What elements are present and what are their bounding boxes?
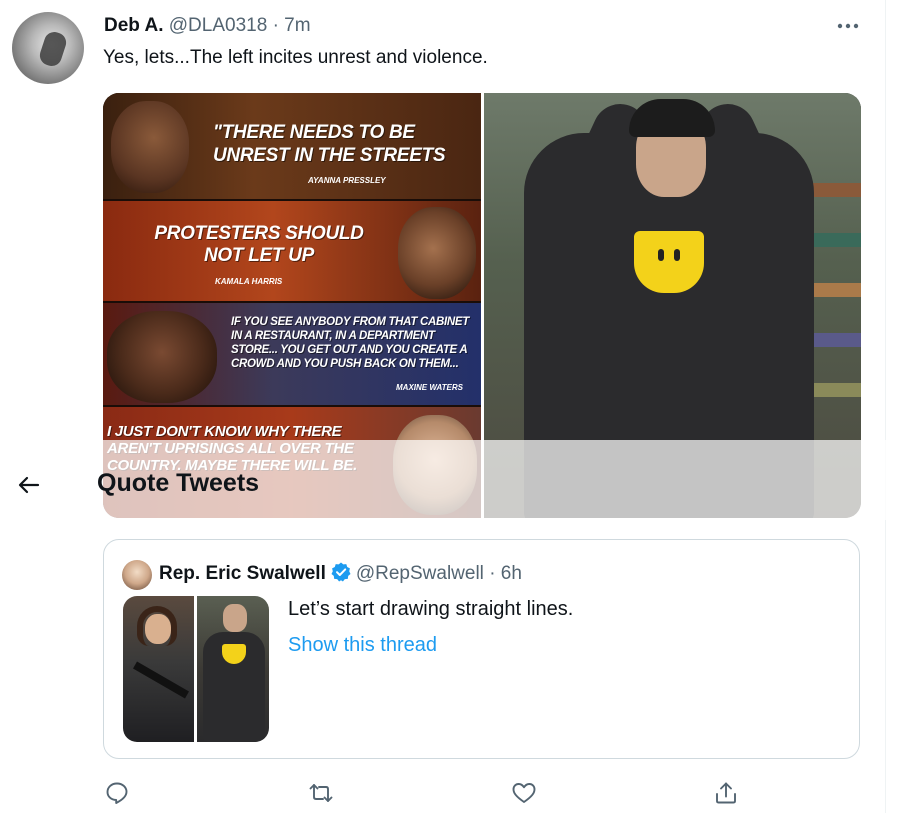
author-avatar[interactable]: [12, 12, 84, 84]
tweet-header: Deb A. @DLA0318 · 7m: [104, 15, 311, 37]
panel-quote: Protesters should not let up: [154, 223, 364, 266]
quote-panel-harris: Protesters should not let up KAMALA HARR…: [103, 201, 481, 301]
page-title: Quote Tweets: [97, 469, 260, 497]
quote-panel-waters: If you see anybody from that cabinet in …: [103, 303, 481, 405]
quote-panel-pressley: "There needs to be unrest in the streets…: [103, 93, 481, 199]
quoted-author-avatar[interactable]: [122, 560, 152, 590]
header-separator: ·: [272, 15, 279, 36]
retweet-icon[interactable]: [308, 780, 334, 806]
more-horizontal-icon[interactable]: [836, 18, 860, 34]
panel-attribution: KAMALA HARRIS: [215, 277, 283, 286]
show-thread-link[interactable]: Show this thread: [288, 634, 437, 657]
author-display-name[interactable]: Deb A.: [104, 15, 163, 36]
quoted-tweet-header: Rep. Eric Swalwell @RepSwalwell · 6h: [159, 561, 522, 585]
panel-attribution: AYANNA PRESSLEY: [308, 176, 386, 185]
quoted-author-name[interactable]: Rep. Eric Swalwell: [159, 563, 326, 584]
quoted-header-separator: ·: [489, 563, 496, 584]
tweet-text: Yes, lets...The left incites unrest and …: [103, 47, 488, 68]
verified-badge-icon: [330, 561, 352, 583]
quoted-author-handle[interactable]: @RepSwalwell: [356, 563, 484, 584]
quoted-tweet-timestamp[interactable]: 6h: [501, 563, 522, 584]
heart-icon[interactable]: [511, 780, 537, 806]
panel-attribution: MAXINE WATERS: [396, 383, 463, 392]
share-icon[interactable]: [713, 780, 739, 806]
column-border: [885, 0, 886, 813]
smiley-shirt-graphic: [634, 231, 704, 293]
author-handle[interactable]: @DLA0318: [169, 15, 268, 36]
quoted-media-image-right: [197, 596, 269, 742]
arrow-left-icon[interactable]: [16, 472, 42, 498]
quoted-tweet-card[interactable]: Rep. Eric Swalwell @RepSwalwell · 6h Let’…: [103, 539, 860, 759]
quoted-media-image-left: [123, 596, 194, 742]
tweet-timestamp[interactable]: 7m: [284, 15, 310, 36]
panel-quote: If you see anybody from that cabinet in …: [231, 316, 469, 370]
quoted-tweet-text: Let’s start drawing straight lines.: [288, 598, 574, 620]
panel-quote: "There needs to be unrest in the streets: [213, 122, 446, 166]
quoted-tweet-media[interactable]: [123, 596, 269, 742]
reply-icon[interactable]: [104, 780, 130, 806]
